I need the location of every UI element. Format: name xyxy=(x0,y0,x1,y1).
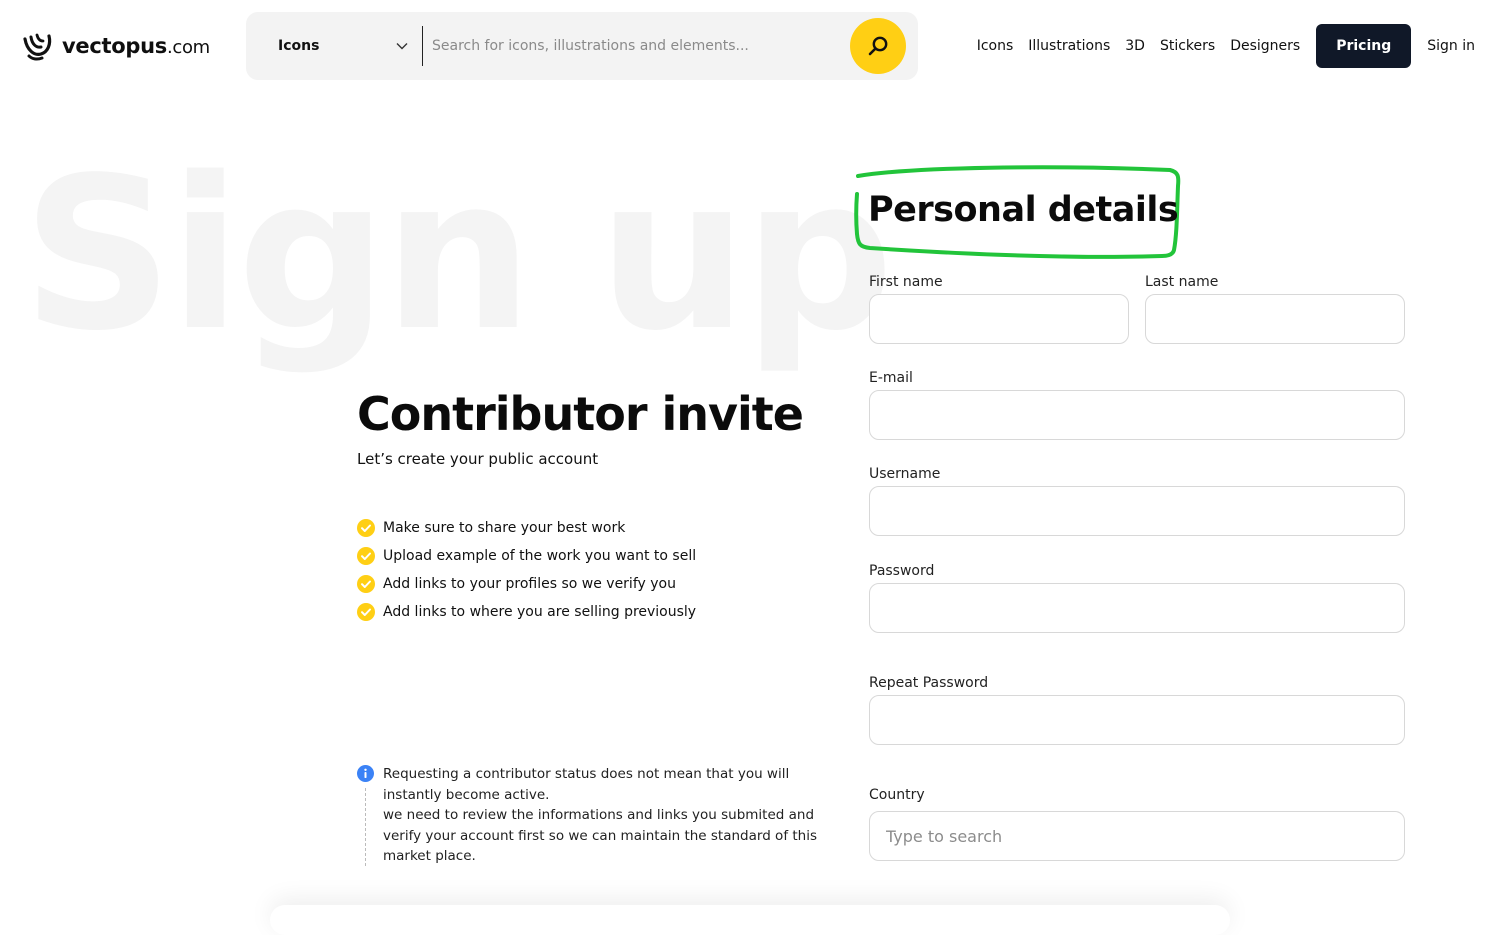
check-circle-icon xyxy=(357,575,375,593)
info-icon xyxy=(357,765,374,782)
first-name-field[interactable] xyxy=(869,294,1129,344)
sign-in-link[interactable]: Sign in xyxy=(1427,38,1475,54)
form-title: Personal details xyxy=(868,190,1179,230)
bottom-card-edge xyxy=(270,905,1230,935)
nav-icons[interactable]: Icons xyxy=(977,38,1014,54)
site-logo[interactable]: vectopus.com xyxy=(22,28,210,64)
search-type-dropdown[interactable]: Icons xyxy=(246,12,422,80)
background-title: Sign up xyxy=(22,132,894,377)
nav-designers[interactable]: Designers xyxy=(1230,38,1300,54)
search-type-label: Icons xyxy=(278,38,320,54)
check-circle-icon xyxy=(357,519,375,537)
page-subtitle: Let’s create your public account xyxy=(357,450,599,468)
check-circle-icon xyxy=(357,547,375,565)
site-header: vectopus.com Icons Icons Illustrations 3… xyxy=(0,0,1505,92)
country-label: Country xyxy=(869,787,925,803)
search-button[interactable] xyxy=(850,18,906,74)
repeat-password-field[interactable] xyxy=(869,695,1405,745)
first-name-label: First name xyxy=(869,274,943,290)
username-label: Username xyxy=(869,466,941,482)
last-name-label: Last name xyxy=(1145,274,1219,290)
requirements-list: Make sure to share your best work Upload… xyxy=(357,514,817,626)
email-field[interactable] xyxy=(869,390,1405,440)
repeat-password-label: Repeat Password xyxy=(869,675,989,691)
last-name-field[interactable] xyxy=(1145,294,1405,344)
password-field[interactable] xyxy=(869,583,1405,633)
octopus-logo-icon xyxy=(23,33,52,61)
notice-text: Requesting a contributor status does not… xyxy=(383,766,817,864)
search-bar: Icons xyxy=(246,12,918,80)
check-circle-icon xyxy=(357,603,375,621)
contributor-notice: Requesting a contributor status does not… xyxy=(357,764,817,867)
notice-divider xyxy=(365,788,366,866)
intro-section: Contributor invite Let’s create your pub… xyxy=(357,386,817,626)
search-divider xyxy=(422,26,423,66)
nav-stickers[interactable]: Stickers xyxy=(1160,38,1215,54)
nav-3d[interactable]: 3D xyxy=(1125,38,1145,54)
nav-illustrations[interactable]: Illustrations xyxy=(1028,38,1110,54)
list-item: Upload example of the work you want to s… xyxy=(357,542,817,570)
list-item: Add links to where you are selling previ… xyxy=(357,598,817,626)
form-title-highlight: Personal details xyxy=(852,162,1182,262)
list-item: Add links to your profiles so we verify … xyxy=(357,570,817,598)
page-title: Contributor invite xyxy=(357,387,804,441)
chevron-down-icon xyxy=(396,43,408,50)
logo-text: vectopus.com xyxy=(62,34,210,58)
main-nav: Icons Illustrations 3D Stickers Designer… xyxy=(977,24,1475,68)
pricing-button[interactable]: Pricing xyxy=(1316,24,1412,68)
username-field[interactable] xyxy=(869,486,1405,536)
list-item: Make sure to share your best work xyxy=(357,514,817,542)
email-label: E-mail xyxy=(869,370,913,386)
search-input[interactable] xyxy=(430,26,840,66)
search-icon xyxy=(868,36,888,56)
password-label: Password xyxy=(869,563,935,579)
country-search-input[interactable] xyxy=(869,811,1405,861)
